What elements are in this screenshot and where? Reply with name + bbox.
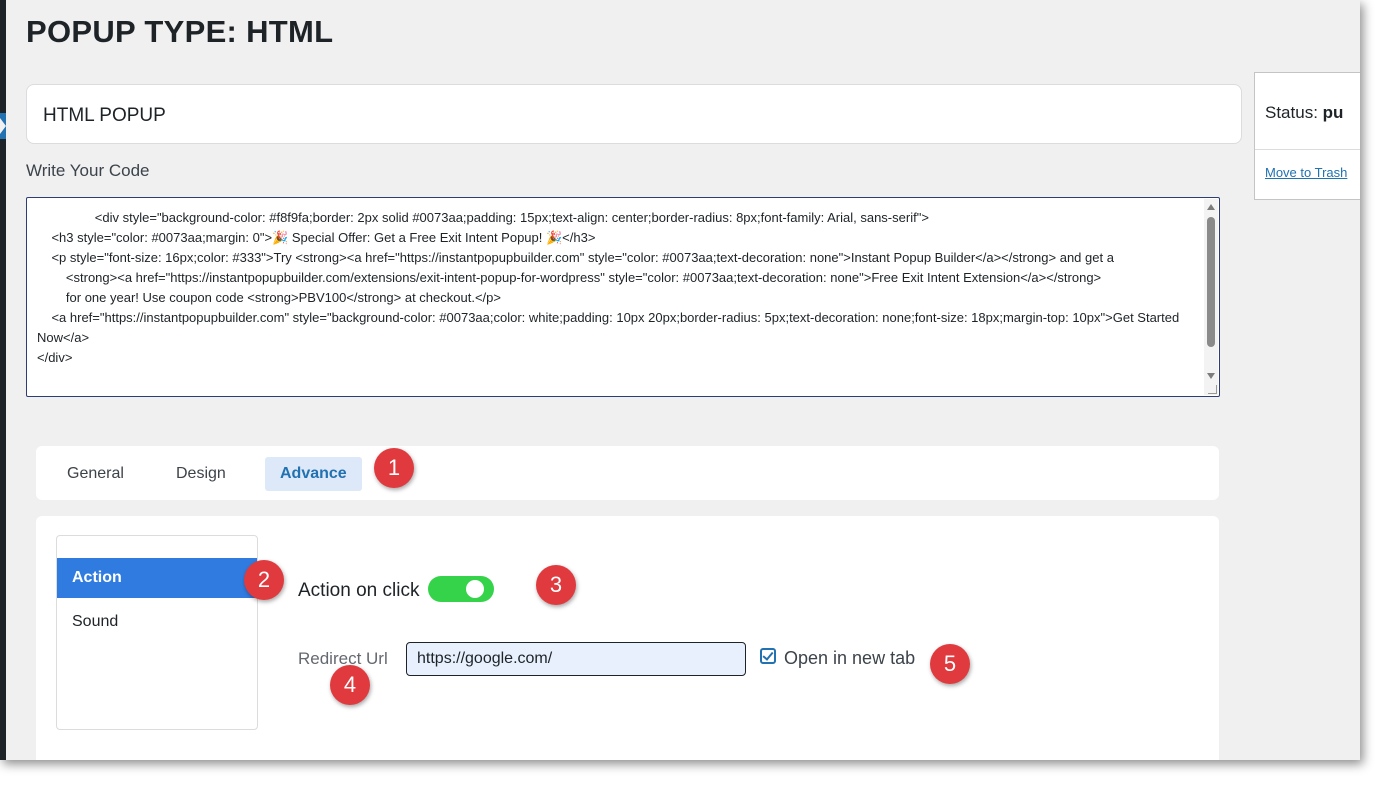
callout-badge-5: 5 — [930, 644, 970, 684]
callout-badge-1: 1 — [374, 448, 414, 488]
resize-grip-icon[interactable] — [1208, 385, 1217, 394]
tab-advance[interactable]: Advance — [265, 457, 362, 491]
admin-menu-arrow — [0, 118, 6, 134]
toggle-knob — [466, 580, 484, 598]
status-divider — [1255, 149, 1360, 150]
code-editor[interactable]: <div style="background-color: #f8f9fa;bo… — [26, 197, 1220, 397]
callout-badge-4: 4 — [330, 665, 370, 705]
side-menu-item-action[interactable]: Action — [57, 558, 257, 598]
side-menu-item-sound[interactable]: Sound — [57, 602, 257, 642]
status-label: Status: — [1265, 103, 1318, 122]
open-in-new-tab-checkbox[interactable] — [760, 648, 776, 664]
open-in-new-tab-label[interactable]: Open in new tab — [784, 648, 915, 669]
tab-general[interactable]: General — [52, 457, 139, 491]
popup-title-field[interactable]: HTML POPUP — [26, 84, 1242, 144]
redirect-url-input[interactable] — [406, 642, 746, 676]
code-editor-content[interactable]: <div style="background-color: #f8f9fa;bo… — [37, 208, 1187, 368]
scroll-down-icon[interactable] — [1207, 373, 1215, 379]
tab-design[interactable]: Design — [161, 457, 241, 491]
callout-badge-2: 2 — [244, 560, 284, 600]
callout-badge-3: 3 — [536, 565, 576, 605]
advance-side-menu: Action Sound — [56, 535, 258, 730]
advance-panel: Action Sound Action on click Redirect Ur… — [36, 516, 1219, 760]
publish-status-box: Status: pu Move to Trash — [1254, 72, 1360, 200]
action-on-click-label: Action on click — [298, 580, 420, 601]
settings-tabs: General Design Advance — [36, 446, 1219, 500]
popup-title-value: HTML POPUP — [43, 105, 166, 126]
scroll-up-icon[interactable] — [1207, 204, 1215, 210]
action-on-click-toggle[interactable] — [428, 576, 494, 602]
code-editor-scrollbar[interactable] — [1204, 199, 1218, 395]
page-title: POPUP TYPE: HTML — [26, 14, 334, 49]
wp-admin-screen: POPUP TYPE: HTML HTML POPUP Write Your C… — [0, 0, 1360, 760]
move-to-trash-link[interactable]: Move to Trash — [1265, 165, 1347, 180]
code-editor-label: Write Your Code — [26, 161, 150, 180]
status-value: pu — [1322, 103, 1344, 122]
scrollbar-thumb[interactable] — [1207, 217, 1215, 347]
status-text: Status: pu — [1265, 103, 1343, 123]
